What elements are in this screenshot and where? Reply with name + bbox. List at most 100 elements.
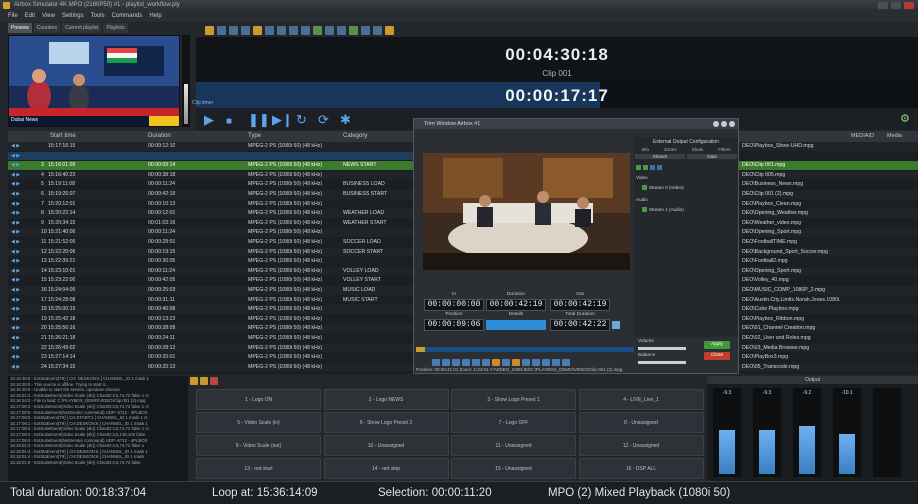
command-button[interactable]: 7 - Logo OFF [451, 412, 576, 433]
log-filter-icon[interactable] [190, 377, 198, 385]
media-path-row[interactable]: DEO\FootballTIME.mpg [739, 238, 918, 247]
menu-settings[interactable]: Settings [62, 11, 84, 22]
next-frame-icon[interactable] [502, 359, 510, 366]
save-icon[interactable] [542, 359, 550, 366]
settings-icon[interactable] [562, 359, 570, 366]
snapshot-icon[interactable] [532, 359, 540, 366]
details-bar[interactable] [486, 320, 546, 330]
checkbox-icon[interactable] [636, 165, 641, 171]
toolbar-icon[interactable] [361, 26, 370, 35]
close-trim-button[interactable]: Close [704, 352, 730, 360]
media-path-row[interactable]: DEO\Clip 005.mpg [739, 170, 918, 180]
stream-video-checkbox[interactable] [642, 185, 647, 191]
add-icon[interactable] [650, 165, 655, 171]
media-path-row[interactable]: DEO\Clip 001 (2).mpg [739, 190, 918, 199]
toolbar-icon[interactable] [349, 26, 358, 35]
export-icon[interactable] [552, 359, 560, 366]
table-row[interactable]: ◀ ▶ 24 15:27:34:15 00:00:20:13 MPEG-2 PS (10… [8, 362, 413, 372]
toolbar-icon[interactable] [325, 26, 334, 35]
col-category[interactable]: Category [343, 131, 367, 142]
marker-icon[interactable] [492, 359, 500, 366]
volume-slider[interactable] [638, 347, 686, 350]
forward-icon[interactable] [522, 359, 530, 366]
toolbar-icon[interactable] [385, 26, 394, 35]
menu-help[interactable]: Help [149, 11, 161, 22]
tab-counters[interactable]: Counters [33, 23, 61, 33]
command-button[interactable]: 9 - Video Scale (out) [196, 435, 321, 456]
loop-icon[interactable]: ⟳ [318, 113, 329, 126]
mark-in-icon[interactable] [462, 359, 470, 366]
trim-close-button[interactable] [729, 121, 735, 127]
media-path-row[interactable] [739, 152, 918, 161]
command-button[interactable]: 12 - Unassigned [578, 435, 704, 456]
toolbar-icon[interactable] [301, 26, 310, 35]
command-button[interactable]: 2 - Logo NEWS [323, 389, 449, 410]
table-row[interactable]: ◀ ▶ 11 15:21:52:05 00:00:28:01 MPEG-2 PS (10… [8, 238, 413, 247]
tab-current-playlist[interactable]: Current playlist [62, 23, 102, 33]
toolbar-icon[interactable] [337, 26, 346, 35]
ext-tab-zones[interactable]: Zones [664, 147, 677, 152]
table-row[interactable]: ◀ ▶ 6 15:19:26:07 00:00:42:19 MPEG-2 PS (108… [8, 190, 413, 199]
marker-icon[interactable] [512, 359, 520, 366]
mark-out-icon[interactable] [472, 359, 480, 366]
table-row[interactable]: ◀ ▶ 13 15:22:39:21 00:00:30:05 MPEG-2 PS (10… [8, 257, 413, 266]
media-path-row[interactable]: DEO\Playbox_Clean.mpg [739, 200, 918, 209]
trim-window-title[interactable]: Trim Window Airbox #1 [414, 119, 738, 129]
trim-minimize-button[interactable] [713, 121, 719, 127]
command-button[interactable]: 4 - LIVE_Live_1 [578, 389, 704, 410]
prev-frame-icon[interactable] [442, 359, 450, 366]
ext-tab-filters[interactable]: Filters [718, 147, 730, 152]
table-row[interactable]: ◀ ▶ 5 15:19:11:08 00:00:11:24 MPEG-2 PS (108… [8, 180, 413, 189]
maximize-button[interactable] [891, 2, 901, 9]
stop-icon[interactable] [482, 359, 490, 366]
command-button[interactable]: 1 - Logo ON [196, 389, 321, 410]
col-media[interactable]: Media [887, 131, 902, 142]
menu-view[interactable]: View [42, 11, 55, 22]
toolbar-icon[interactable] [229, 26, 238, 35]
table-row[interactable]: ◀ ▶ 23 15:27:14:14 00:00:20:01 MPEG-2 PS (10… [8, 353, 413, 362]
table-row[interactable]: ◀ ▶ 15:17:16:15 00:00:12:10 MPEG-2 PS (1080… [8, 142, 413, 151]
ext-tab-shots[interactable]: Shots [692, 147, 704, 152]
table-row[interactable]: ◀ ▶ 4 15:16:40:23 00:00:38:18 MPEG-2 PS (108… [8, 170, 413, 180]
media-path-row[interactable]: DEO\Football2.mpg [739, 257, 918, 266]
menu-commands[interactable]: Commands [112, 11, 143, 22]
col-start-time[interactable]: Start time [50, 131, 76, 142]
log-star-icon[interactable] [200, 377, 208, 385]
media-path-row[interactable]: DEO\Clip 001.mpg [739, 161, 918, 170]
table-row[interactable]: ◀ ▶ 9 15:20:34:15 00:01:03:16 MPEG-2 PS (108… [8, 219, 413, 228]
command-button[interactable]: 6 - Show Logo Preset 2 [323, 412, 449, 433]
media-path-row[interactable]: DEO\02_User and Roles.mpg [739, 334, 918, 343]
close-button[interactable] [904, 2, 914, 9]
menu-tools[interactable]: Tools [91, 11, 105, 22]
media-path-row[interactable]: DEO\Playbox_Ribbon.mpg [739, 315, 918, 324]
toolbar-icon[interactable] [217, 26, 226, 35]
command-button[interactable]: 11 - Unassigned [451, 435, 576, 456]
table-row[interactable]: ◀ ▶ 20 15:25:56:16 00:00:28:09 MPEG-2 PS (10… [8, 324, 413, 333]
minimize-button[interactable] [878, 2, 888, 9]
table-row[interactable]: ◀ ▶ 18 15:25:00:19 00:00:40:08 MPEG-2 PS (10… [8, 305, 413, 314]
play-icon[interactable]: ▶ [204, 113, 214, 126]
table-row[interactable]: ◀ ▶ 3 15:16:01:09 00:00:09:14 MPEG-2 PS (108… [8, 161, 413, 170]
apply-button[interactable]: Apply [704, 341, 730, 349]
media-path-row[interactable]: DEO\Weather_video.mpg [739, 219, 918, 228]
toolbar-icon[interactable] [253, 26, 262, 35]
command-button[interactable]: 14 - red stop [323, 458, 449, 479]
table-row[interactable]: ◀ ▶ 8 15:20:22:14 00:00:12:01 MPEG-2 PS (108… [8, 209, 413, 218]
gear-icon[interactable]: ⚙ [900, 112, 910, 125]
toolbar-icon[interactable] [289, 26, 298, 35]
balance-slider[interactable] [638, 361, 686, 364]
remove-icon[interactable] [657, 165, 662, 171]
toolbar-icon[interactable] [241, 26, 250, 35]
play-icon[interactable] [452, 359, 460, 366]
trim-timeline[interactable] [416, 347, 634, 352]
media-path-row[interactable]: DEO\Business_News.mpg [739, 180, 918, 189]
command-button[interactable]: 3 - Show Logo Preset 1 [451, 389, 576, 410]
media-path-row[interactable]: DEO\Volley_40.mpg [739, 276, 918, 285]
media-path-row[interactable]: DEO\05_Transcode.mpg [739, 362, 918, 372]
pause-icon[interactable]: ❚❚ [248, 113, 270, 126]
tab-preview[interactable]: Preview [8, 23, 32, 33]
stream-audio-checkbox[interactable] [642, 207, 647, 213]
toolbar-icon[interactable] [205, 26, 214, 35]
media-path-row[interactable]: DEO\Playbox_Show-UHD.mpg [739, 142, 918, 151]
table-row[interactable]: ◀ ▶ 7 15:20:12:01 00:00:10:13 MPEG-2 PS (108… [8, 200, 413, 209]
